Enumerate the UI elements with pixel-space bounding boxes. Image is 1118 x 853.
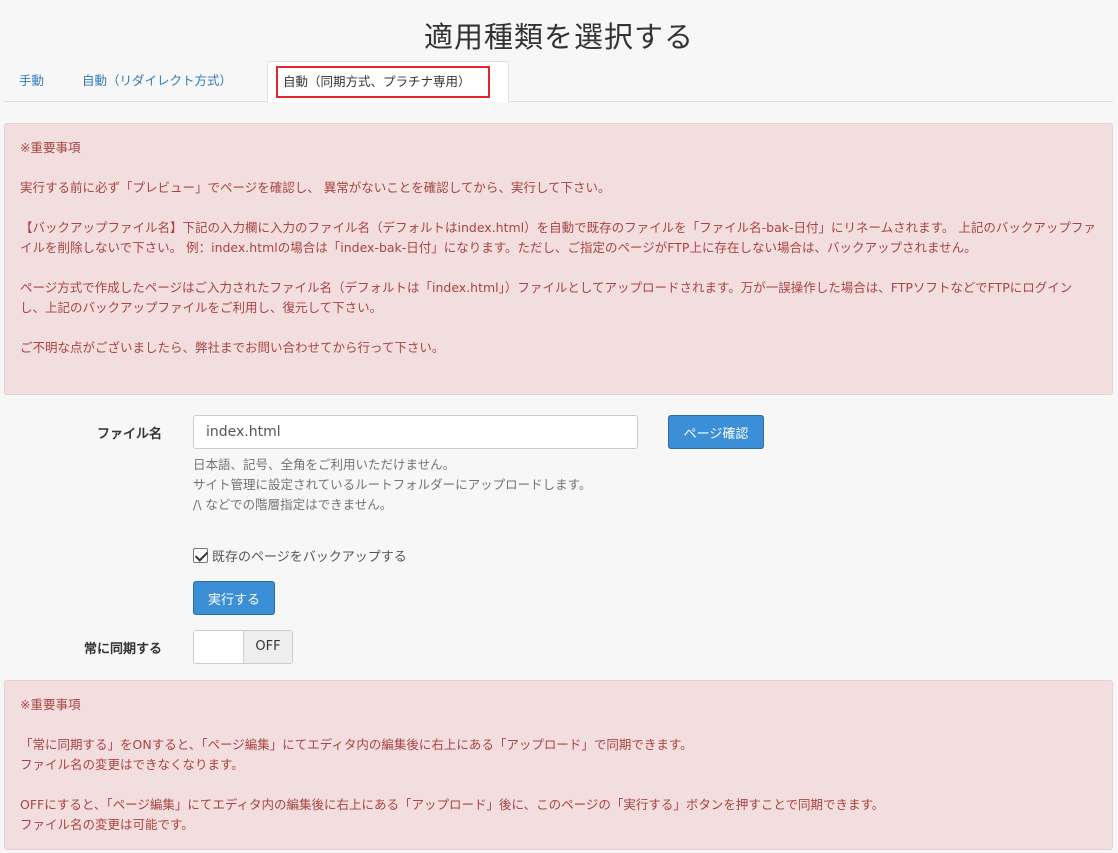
notice-line: 「常に同期する」をONすると、「ページ編集」にてエディタ内の編集後に右上にある「… [20, 737, 693, 752]
file-name-label: ファイル名 [96, 427, 162, 442]
toggle-state-label: OFF [244, 631, 292, 663]
backup-checkbox[interactable] [193, 547, 208, 563]
notice-line: ファイル名の変更はできなくなります。 [20, 757, 244, 772]
tab-auto-sync-label: 自動（同期方式、プラチナ専用） [276, 66, 490, 98]
backup-option: 既存のページをバックアップする [193, 545, 407, 565]
tab-auto-sync[interactable]: 自動（同期方式、プラチナ専用） [267, 61, 509, 102]
notice-paragraph: ご不明な点がございましたら、弊社までお問い合わせてから行って下さい。 [20, 340, 445, 355]
help-line: 日本語、記号、全角をご利用いただけません。 [193, 457, 456, 472]
notice-heading: ※重要事項 [20, 140, 81, 155]
notice-line: ファイル名の変更は可能です。 [20, 817, 194, 832]
always-sync-toggle[interactable]: OFF [193, 630, 293, 664]
important-notice-top: ※重要事項 実行する前に必ず「プレビュー」でページを確認し、 異常がないことを確… [4, 123, 1113, 395]
execute-button[interactable]: 実行する [193, 581, 275, 615]
notice-paragraph: ページ方式で作成したページはご入力されたファイル名（デフォルトは「index.h… [20, 280, 1073, 315]
notice-paragraph: 実行する前に必ず「プレビュー」でページを確認し、 異常がないことを確認してから、… [20, 180, 611, 195]
help-line: サイト管理に設定されているルートフォルダーにアップロードします。 [193, 477, 592, 492]
page-preview-button[interactable]: ページ確認 [668, 415, 764, 449]
always-sync-label: 常に同期する [83, 642, 162, 657]
notice-paragraph: 「常に同期する」をONすると、「ページ編集」にてエディタ内の編集後に右上にある「… [20, 735, 1097, 775]
page-title: 適用種類を選択する [423, 20, 694, 54]
backup-checkbox-label[interactable]: 既存のページをバックアップする [212, 546, 407, 565]
help-line: /\ などでの階層指定はできません。 [193, 497, 393, 512]
notice-paragraph: OFFにすると、「ページ編集」にてエディタ内の編集後に右上にある「アップロード」… [20, 795, 1097, 835]
tab-bar: 手動 自動（リダイレクト方式） 自動（同期方式、プラチナ専用） [4, 61, 1113, 102]
file-name-help: 日本語、記号、全角をご利用いただけません。 サイト管理に設定されているルートフォ… [193, 455, 591, 515]
tab-manual[interactable]: 手動 [19, 61, 44, 102]
notice-line: OFFにすると、「ページ編集」にてエディタ内の編集後に右上にある「アップロード」… [20, 797, 885, 812]
notice-paragraph: 【バックアップファイル名】下記の入力欄に入力のファイル名（デフォルトはindex… [20, 220, 1096, 255]
toggle-knob[interactable] [194, 631, 244, 663]
notice-heading: ※重要事項 [20, 697, 81, 712]
tab-auto-redirect[interactable]: 自動（リダイレクト方式） [82, 61, 232, 102]
important-notice-bottom: ※重要事項 「常に同期する」をONすると、「ページ編集」にてエディタ内の編集後に… [4, 680, 1113, 850]
file-name-input[interactable] [193, 415, 638, 449]
